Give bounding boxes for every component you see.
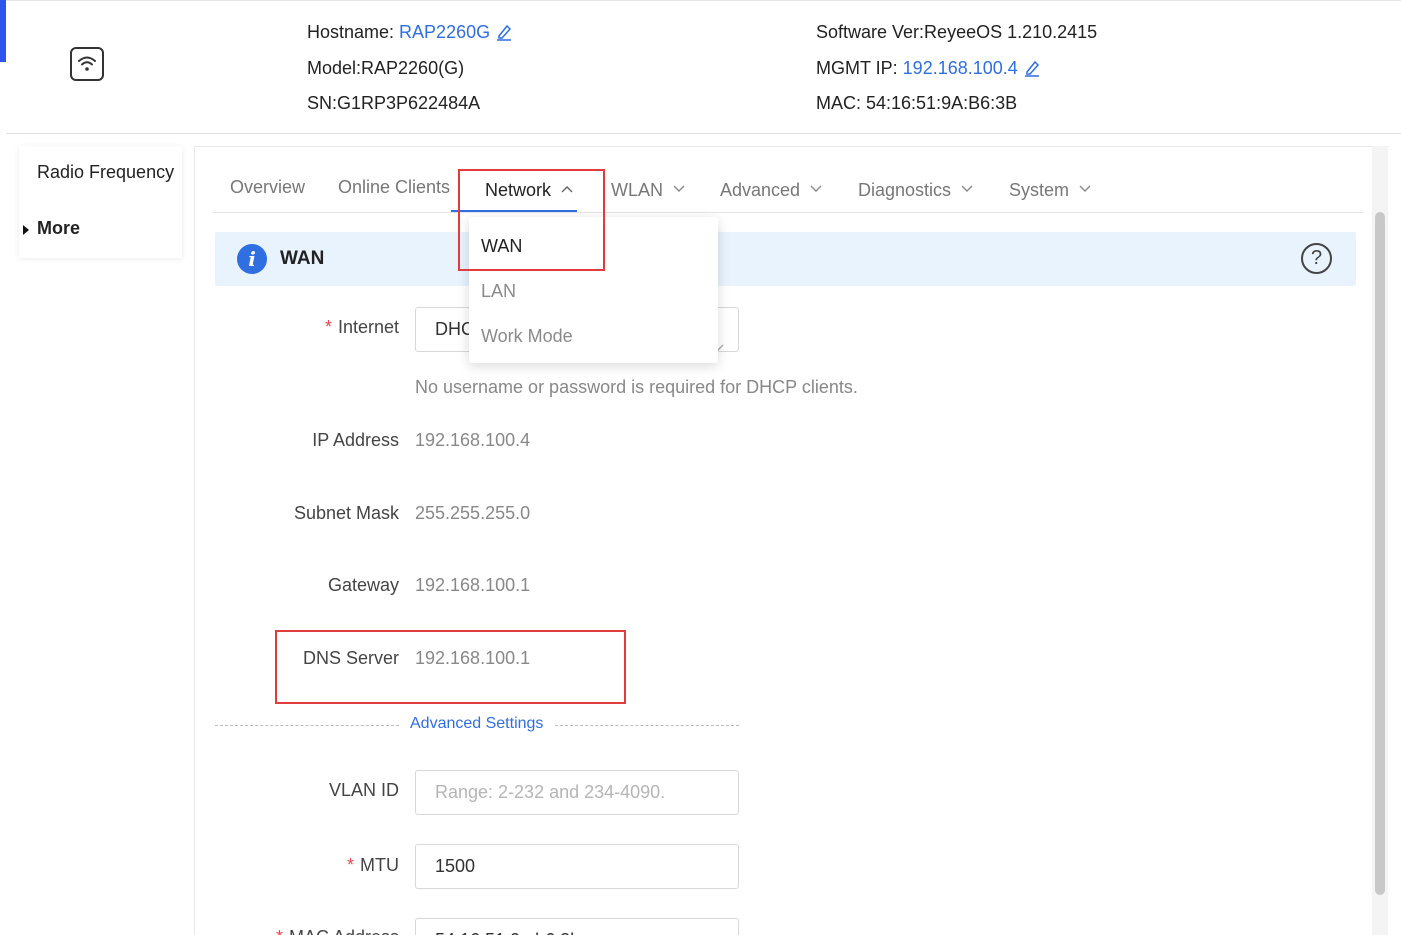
subnet-mask-label: Subnet Mask bbox=[293, 503, 399, 523]
section-title: WAN bbox=[280, 248, 325, 269]
mgmt-ip-row: MGMT IP: 192.168.100.4 bbox=[816, 58, 1040, 82]
tab-system-label: System bbox=[1009, 180, 1070, 200]
main-panel: Overview Online Clients Network WLAN Adv… bbox=[194, 146, 1389, 935]
tab-bar: Overview Online Clients Network WLAN Adv… bbox=[213, 147, 1363, 213]
mac-address-input[interactable]: 54:16:51:9a:b6:3b bbox=[415, 918, 739, 935]
menu-item-work-mode[interactable]: Work Mode bbox=[481, 326, 573, 347]
sidebar-item-radio-frequency[interactable]: Radio Frequency bbox=[37, 162, 174, 183]
tab-network-label: Network bbox=[485, 180, 552, 200]
hostname-label: Hostname: bbox=[307, 22, 400, 42]
internet-label-text: Internet bbox=[337, 317, 399, 337]
tab-overview[interactable]: Overview bbox=[230, 177, 305, 198]
help-icon[interactable]: ? bbox=[1301, 243, 1332, 274]
advanced-settings-link[interactable]: Advanced Settings bbox=[410, 715, 543, 733]
model-text: Model:RAP2260(G) bbox=[307, 58, 465, 78]
mtu-label-text: MTU bbox=[360, 855, 399, 875]
dns-server-value: 192.168.100.1 bbox=[415, 648, 531, 668]
tab-advanced[interactable]: Advanced bbox=[720, 177, 822, 201]
tab-advanced-label: Advanced bbox=[720, 180, 801, 200]
dns-server-label: DNS Server bbox=[302, 648, 399, 668]
ip-address-value: 192.168.100.4 bbox=[415, 430, 531, 450]
tab-wlan-label: WLAN bbox=[611, 180, 664, 200]
tab-wlan[interactable]: WLAN bbox=[611, 177, 685, 201]
software-version-text: Software Ver:ReyeeOS 1.210.2415 bbox=[816, 22, 1098, 42]
vlan-id-input[interactable]: Range: 2-232 and 234-4090. bbox=[415, 770, 739, 815]
edit-hostname-icon[interactable] bbox=[496, 23, 512, 46]
caret-right-icon bbox=[23, 225, 29, 235]
mtu-input[interactable]: 1500 bbox=[415, 844, 739, 889]
divider-left bbox=[215, 725, 399, 726]
tab-online-clients[interactable]: Online Clients bbox=[338, 177, 450, 198]
mgmt-ip-label: MGMT IP: bbox=[816, 58, 903, 78]
menu-item-wan[interactable]: WAN bbox=[481, 236, 522, 257]
chevron-down-icon bbox=[961, 177, 973, 198]
required-mark: * bbox=[276, 927, 283, 935]
wan-section-header: i WAN ? bbox=[215, 232, 1356, 286]
edit-mgmt-ip-icon[interactable] bbox=[1024, 59, 1040, 82]
network-dropdown-menu: WAN LAN Work Mode bbox=[469, 217, 718, 363]
mac-address-label: * MAC Address bbox=[276, 927, 399, 935]
sidebar-item-more[interactable]: More bbox=[37, 218, 80, 239]
mtu-label: * MTU bbox=[347, 855, 399, 876]
required-mark: * bbox=[324, 317, 332, 337]
hostname-value[interactable]: RAP2260G bbox=[399, 22, 490, 42]
required-mark: * bbox=[346, 855, 354, 875]
menu-item-lan[interactable]: LAN bbox=[481, 281, 516, 302]
vlan-id-label: VLAN ID bbox=[328, 780, 399, 800]
chevron-down-icon bbox=[810, 177, 822, 198]
gateway-value: 192.168.100.1 bbox=[415, 575, 531, 595]
side-nav: Radio Frequency More bbox=[19, 146, 182, 258]
wifi-device-icon bbox=[70, 47, 104, 81]
ip-address-label: IP Address bbox=[312, 430, 399, 450]
info-icon: i bbox=[237, 244, 267, 274]
active-tab-indicator bbox=[451, 210, 577, 212]
chevron-down-icon bbox=[1079, 177, 1091, 198]
tab-diagnostics[interactable]: Diagnostics bbox=[858, 177, 973, 201]
tab-diagnostics-label: Diagnostics bbox=[858, 180, 952, 200]
subnet-mask-value: 255.255.255.0 bbox=[415, 503, 531, 523]
page: Hostname: RAP2260G Model:RAP2260(G) SN:G… bbox=[0, 0, 1401, 935]
chevron-up-icon bbox=[561, 177, 573, 198]
mac-address-label-text: MAC Address bbox=[289, 927, 399, 935]
mac-text: MAC: 54:16:51:9A:B6:3B bbox=[816, 93, 1018, 113]
sn-text: SN:G1RP3P622484A bbox=[307, 93, 481, 113]
divider-right bbox=[555, 725, 739, 726]
dhcp-hint: No username or password is required for … bbox=[415, 377, 858, 397]
hostname-row: Hostname: RAP2260G bbox=[307, 22, 512, 46]
device-header: Hostname: RAP2260G Model:RAP2260(G) SN:G… bbox=[6, 0, 1401, 134]
tab-network[interactable]: Network bbox=[485, 177, 573, 201]
internet-label: * Internet bbox=[325, 317, 399, 338]
chevron-down-icon bbox=[673, 177, 685, 198]
mgmt-ip-value[interactable]: 192.168.100.4 bbox=[903, 58, 1018, 78]
tab-system[interactable]: System bbox=[1009, 177, 1091, 201]
scrollbar-thumb[interactable] bbox=[1375, 212, 1385, 895]
gateway-label: Gateway bbox=[327, 575, 399, 595]
